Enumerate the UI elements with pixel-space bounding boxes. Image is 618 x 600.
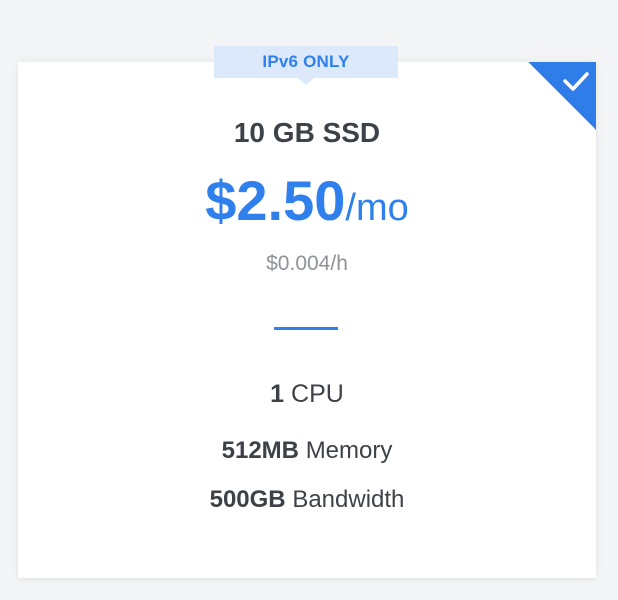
checkmark-icon <box>563 72 589 91</box>
hourly-price: $0.004/h <box>266 252 348 275</box>
bandwidth-spec: 500GB Bandwidth <box>18 486 596 514</box>
price-period: /mo <box>345 187 409 229</box>
plan-card[interactable]: IPv6 ONLY 10 GB SSD $2.50/mo $0.004/h 1 … <box>18 46 596 578</box>
memory-spec: 512MB Memory <box>18 437 596 465</box>
memory-value: 512MB <box>221 437 300 464</box>
monthly-price: $2.50/mo <box>18 168 596 233</box>
ipv6-only-badge: IPv6 ONLY <box>214 46 398 85</box>
cpu-label: CPU <box>291 380 344 408</box>
bandwidth-label: Bandwidth <box>292 486 405 513</box>
divider <box>274 327 338 330</box>
storage-size: 10 GB SSD <box>233 117 381 148</box>
bandwidth-value: 500GB <box>209 486 286 513</box>
cpu-spec: 1 CPU <box>18 380 596 409</box>
price-amount: $2.50 <box>205 169 346 232</box>
cpu-value: 1 <box>270 380 285 408</box>
memory-label: Memory <box>305 437 393 464</box>
